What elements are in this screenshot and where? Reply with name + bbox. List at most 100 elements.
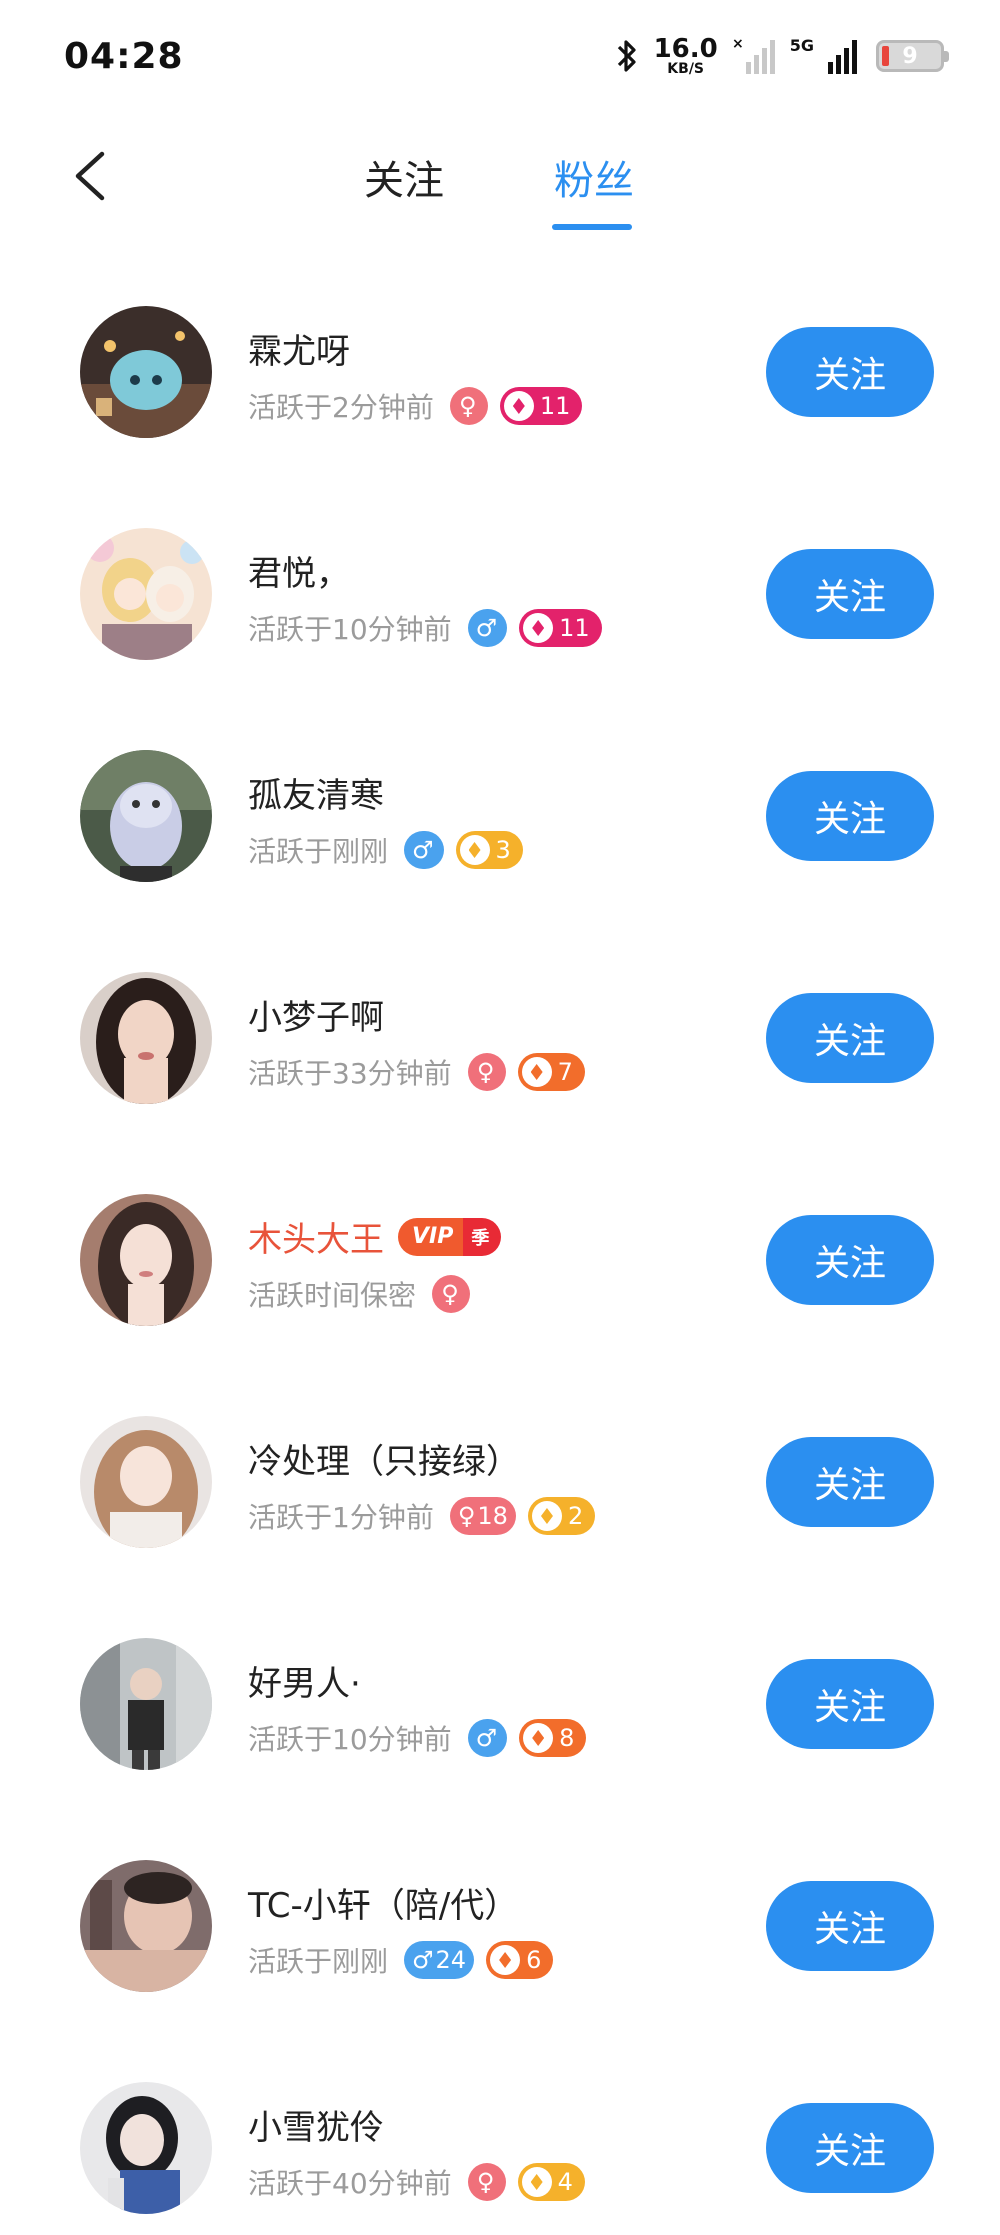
- follow-button[interactable]: 关注: [766, 1215, 934, 1305]
- vip-badge-text: VIP: [398, 1217, 464, 1256]
- avatar[interactable]: [80, 1194, 212, 1326]
- tab-fans[interactable]: 粉丝: [554, 148, 634, 206]
- level-badge: 2: [527, 1497, 596, 1535]
- tab-active-indicator: [552, 224, 632, 230]
- user-meta: 活跃于10分钟前 ♂ 11: [248, 608, 602, 648]
- user-name-text: 孤友清寒: [248, 776, 384, 816]
- list-item[interactable]: 小梦子啊 活跃于33分钟前 ♀ 7 关注: [0, 956, 1000, 1178]
- active-time: 活跃于10分钟前: [248, 1723, 452, 1756]
- battery-level: 9: [902, 43, 918, 69]
- list-item[interactable]: 君悦， 活跃于10分钟前 ♂ 11 关注: [0, 512, 1000, 734]
- signal-strong-icon: [828, 40, 857, 74]
- network-speed-value: 16.0: [653, 34, 718, 64]
- diamond-icon: [521, 2167, 552, 2197]
- follow-button[interactable]: 关注: [766, 1881, 934, 1971]
- follow-button[interactable]: 关注: [766, 2103, 934, 2193]
- level-badge: 7: [517, 1053, 585, 1091]
- tab-following[interactable]: 关注: [364, 148, 444, 206]
- gender-male-badge: ♂: [467, 1719, 508, 1757]
- active-time: 活跃于刚刚: [248, 835, 389, 868]
- diamond-icon: [503, 391, 534, 421]
- active-time: 活跃于刚刚: [248, 1945, 389, 1978]
- battery-icon: 9: [876, 40, 949, 72]
- avatar[interactable]: [80, 1860, 212, 1992]
- list-item[interactable]: 好男人· 活跃于10分钟前 ♂ 8 关注: [0, 1622, 1000, 1844]
- avatar[interactable]: [80, 750, 212, 882]
- user-name[interactable]: TC-小轩（陪/代）: [248, 1878, 518, 1927]
- level-badge: 11: [519, 609, 602, 647]
- gender-male-badge: ♂: [404, 831, 444, 869]
- list-item[interactable]: 孤友清寒 活跃于刚刚 ♂ 3 关注: [0, 734, 1000, 956]
- user-name[interactable]: 小雪犹伶: [248, 2100, 384, 2149]
- diamond-icon: [490, 1945, 521, 1975]
- active-time: 活跃于40分钟前: [248, 2167, 452, 2200]
- user-name[interactable]: 君悦，: [248, 546, 350, 595]
- avatar[interactable]: [80, 528, 212, 660]
- follow-button[interactable]: 关注: [766, 1659, 934, 1749]
- list-item[interactable]: 木头大王 VIP 季 活跃时间保密 ♀ 关注: [0, 1178, 1000, 1400]
- fans-list: 霖尤呀 活跃于2分钟前 ♀ 11 关注 君悦， 活跃于10分钟前 ♂ 11 关注: [0, 290, 1000, 2235]
- list-item[interactable]: TC-小轩（陪/代） 活跃于刚刚 ♂ 24 6 关注: [0, 1844, 1000, 2066]
- network-type: 5G: [789, 36, 814, 55]
- network-speed: 16.0 KB/S: [654, 36, 718, 76]
- follow-button[interactable]: 关注: [766, 771, 934, 861]
- level-badge: 6: [486, 1941, 554, 1979]
- back-chevron-left-icon[interactable]: [66, 146, 116, 206]
- signal-weak-icon: ×: [732, 36, 775, 74]
- list-item[interactable]: 小雪犹伶 活跃于40分钟前 ♀ 4 关注: [0, 2066, 1000, 2235]
- level-value: 3: [495, 836, 511, 864]
- follow-button[interactable]: 关注: [766, 1437, 934, 1527]
- avatar[interactable]: [80, 1638, 212, 1770]
- diamond-icon: [523, 613, 554, 643]
- diamond-icon: [531, 1501, 562, 1531]
- active-time: 活跃于2分钟前: [248, 391, 434, 424]
- bluetooth-icon: [617, 40, 636, 72]
- level-value: 7: [557, 1058, 573, 1086]
- user-name[interactable]: 孤友清寒: [248, 768, 384, 817]
- list-item[interactable]: 霖尤呀 活跃于2分钟前 ♀ 11 关注: [0, 290, 1000, 512]
- user-name[interactable]: 好男人·: [248, 1656, 361, 1705]
- level-badge: 11: [499, 387, 583, 425]
- user-meta: 活跃于刚刚 ♂ 24 6: [248, 1940, 554, 1980]
- vip-badge-season: 季: [463, 1217, 502, 1256]
- user-name-text: 小梦子啊: [248, 998, 384, 1038]
- level-value: 2: [567, 1502, 584, 1530]
- follow-button[interactable]: 关注: [766, 327, 934, 417]
- user-name-text: 小雪犹伶: [248, 2108, 384, 2148]
- gender-female-badge: ♀: [449, 387, 488, 425]
- user-meta: 活跃于10分钟前 ♂ 8: [248, 1718, 587, 1758]
- avatar[interactable]: [80, 2082, 212, 2214]
- user-name-text: 君悦，: [248, 554, 350, 594]
- user-name-text: 好男人·: [248, 1664, 361, 1704]
- avatar[interactable]: [80, 1416, 212, 1548]
- level-value: 8: [559, 1724, 575, 1752]
- level-badge: 4: [517, 2163, 585, 2201]
- user-meta: 活跃于40分钟前 ♀ 4: [248, 2162, 585, 2202]
- top-nav: 关注 粉丝: [0, 110, 1000, 240]
- level-value: 4: [557, 2168, 573, 2196]
- active-time: 活跃于1分钟前: [248, 1501, 434, 1534]
- active-time: 活跃于10分钟前: [248, 613, 452, 646]
- active-time: 活跃时间保密: [248, 1279, 417, 1312]
- user-name[interactable]: 木头大王 VIP 季: [248, 1212, 502, 1261]
- follow-button[interactable]: 关注: [766, 549, 934, 639]
- diamond-icon: [459, 835, 490, 865]
- follow-button[interactable]: 关注: [766, 993, 934, 1083]
- level-value: 11: [559, 614, 590, 642]
- level-badge: 3: [455, 831, 523, 869]
- user-name[interactable]: 冷处理（只接绿）: [248, 1434, 520, 1483]
- user-meta: 活跃于1分钟前 ♀ 18 2: [248, 1496, 596, 1536]
- list-item[interactable]: 冷处理（只接绿） 活跃于1分钟前 ♀ 18 2 关注: [0, 1400, 1000, 1622]
- status-icons: 16.0 KB/S × 5G 9: [614, 34, 949, 78]
- user-name-text: TC-小轩（陪/代）: [248, 1886, 519, 1926]
- gender-male-badge: ♂ 24: [404, 1941, 475, 1979]
- user-name[interactable]: 霖尤呀: [248, 324, 350, 373]
- status-bar: 04:28 16.0 KB/S × 5G 9: [0, 0, 1000, 110]
- user-name[interactable]: 小梦子啊: [248, 990, 384, 1039]
- level-badge: 8: [519, 1719, 587, 1757]
- diamond-icon: [521, 1057, 552, 1087]
- avatar[interactable]: [80, 972, 212, 1104]
- avatar[interactable]: [80, 306, 212, 438]
- network-speed-unit: KB/S: [667, 61, 705, 77]
- status-time: 04:28: [64, 36, 184, 77]
